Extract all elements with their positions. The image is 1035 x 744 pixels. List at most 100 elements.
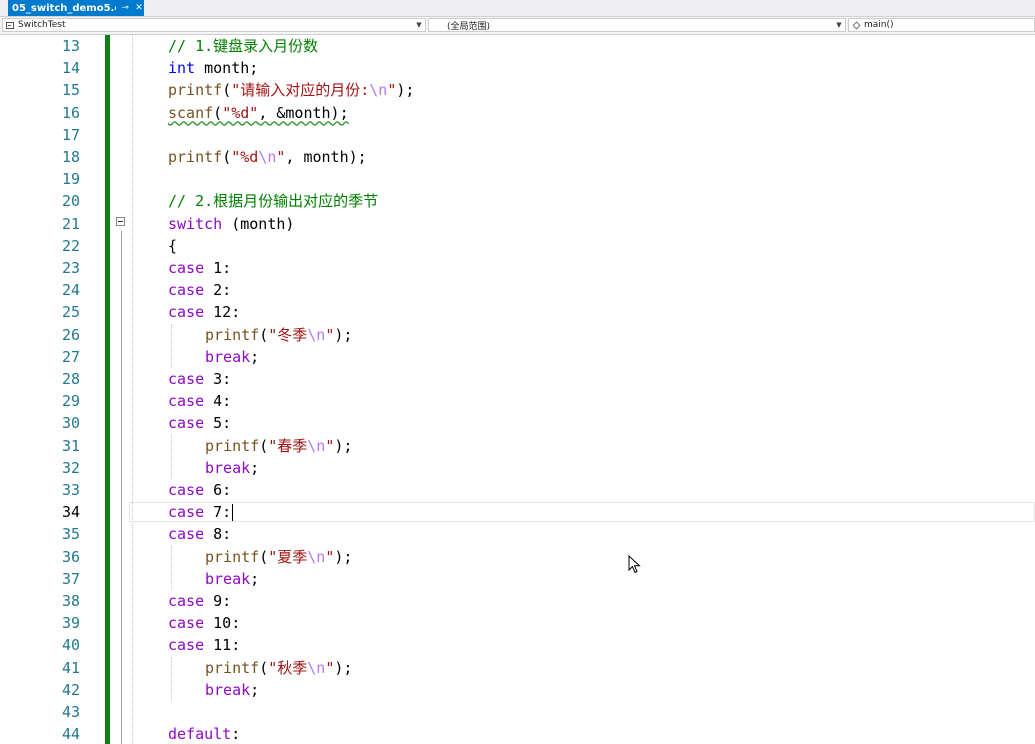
code-line[interactable]: 40 case 11: bbox=[0, 634, 1035, 656]
code-token: case bbox=[168, 614, 205, 633]
code-text: switch (month) bbox=[168, 213, 294, 235]
code-text: case 8: bbox=[168, 523, 231, 545]
code-token: scanf bbox=[168, 103, 214, 122]
code-token: \n bbox=[307, 325, 326, 344]
line-number: 16 bbox=[61, 103, 80, 122]
code-text: break; bbox=[205, 457, 259, 479]
code-line[interactable]: 33 case 6: bbox=[0, 479, 1035, 501]
code-token: "春季 bbox=[268, 436, 308, 455]
scope-name: (全局范围) bbox=[447, 21, 491, 32]
code-editor[interactable]: 13// 1.键盘录入月份数 14 int month; 15 printf("请输入对… bbox=[0, 35, 1035, 744]
code-line[interactable]: 17 bbox=[0, 124, 1035, 146]
code-token: case bbox=[168, 281, 205, 300]
code-token: ( bbox=[222, 148, 232, 166]
chevron-down-icon[interactable]: ▼ bbox=[833, 21, 845, 29]
code-text: printf("请输入对应的月份:\n"); bbox=[168, 79, 414, 101]
code-token: case bbox=[168, 503, 205, 522]
code-line[interactable]: 16 scanf("%d", &month); bbox=[0, 102, 1035, 124]
code-token: 6: bbox=[204, 481, 232, 499]
code-token: printf bbox=[205, 436, 260, 455]
code-token: 7: bbox=[204, 503, 232, 522]
code-token: break bbox=[205, 347, 251, 366]
code-line[interactable]: 35 case 8: bbox=[0, 523, 1035, 545]
code-token: case bbox=[168, 414, 205, 433]
code-line[interactable]: 22 { bbox=[0, 235, 1035, 257]
code-token: 2: bbox=[204, 281, 232, 300]
line-number: 13 bbox=[61, 37, 80, 55]
project-dropdown[interactable]: SwitchTest ▼ bbox=[2, 18, 426, 32]
line-number: 19 bbox=[61, 170, 80, 189]
code-token: 11: bbox=[204, 636, 241, 655]
code-token: switch bbox=[168, 214, 223, 233]
code-text: case 3: bbox=[168, 368, 231, 390]
code-token: \n bbox=[307, 658, 326, 677]
code-token: \n bbox=[307, 547, 326, 566]
code-line[interactable]: 14 int month; bbox=[0, 57, 1035, 79]
code-line[interactable]: 26 printf("冬季\n"); bbox=[0, 324, 1035, 346]
line-number: 29 bbox=[61, 392, 80, 411]
line-number: 43 bbox=[61, 703, 80, 721]
code-line[interactable]: 30 case 5: bbox=[0, 412, 1035, 434]
scope-dropdown[interactable]: (全局范围) ▼ bbox=[428, 18, 846, 32]
code-line[interactable]: 36 printf("夏季\n"); bbox=[0, 546, 1035, 568]
code-line[interactable]: 39 case 10: bbox=[0, 612, 1035, 634]
code-text: printf("冬季\n"); bbox=[205, 324, 352, 346]
code-text: printf("%d\n", month); bbox=[168, 146, 367, 168]
code-line[interactable]: 27 break; bbox=[0, 346, 1035, 368]
line-number: 42 bbox=[61, 680, 80, 699]
code-token: ( bbox=[259, 436, 269, 455]
code-line[interactable]: 31 printf("春季\n"); bbox=[0, 435, 1035, 457]
code-token: "%d" bbox=[222, 103, 259, 122]
code-text: case 4: bbox=[168, 390, 231, 412]
pin-icon[interactable]: ⊸ bbox=[120, 3, 130, 13]
close-icon[interactable]: ✕ bbox=[134, 3, 144, 13]
line-number: 33 bbox=[61, 481, 80, 499]
code-text: case 12: bbox=[168, 301, 240, 323]
code-line[interactable]: 28 case 3: bbox=[0, 368, 1035, 390]
code-text: break; bbox=[205, 568, 259, 590]
code-line[interactable]: 34 case 7: bbox=[0, 501, 1035, 523]
code-token: ( bbox=[213, 103, 223, 122]
code-line[interactable]: 32 break; bbox=[0, 457, 1035, 479]
code-line[interactable]: 25 case 12: bbox=[0, 301, 1035, 323]
code-line[interactable]: 42 break; bbox=[0, 679, 1035, 701]
line-number: 14 bbox=[61, 59, 80, 78]
code-line[interactable]: 23 case 1: bbox=[0, 257, 1035, 279]
code-line[interactable]: 13 // 1.键盘录入月份数 bbox=[0, 35, 1035, 57]
code-line[interactable]: 20 // 2.根据月份输出对应的季节 bbox=[0, 190, 1035, 212]
code-line[interactable]: 24 case 2: bbox=[0, 279, 1035, 301]
code-line[interactable]: 21 switch (month) bbox=[0, 213, 1035, 235]
code-token: "秋季 bbox=[268, 658, 308, 677]
code-token: ); bbox=[334, 325, 353, 344]
line-number: 30 bbox=[61, 414, 80, 433]
line-number: 23 bbox=[61, 259, 80, 277]
code-token: 4: bbox=[204, 392, 232, 411]
code-line[interactable]: 43 bbox=[0, 701, 1035, 723]
function-dropdown[interactable]: main() bbox=[848, 18, 1035, 32]
code-text: case 2: bbox=[168, 279, 231, 301]
line-number: 34 bbox=[61, 503, 80, 522]
code-line[interactable]: 41 printf("秋季\n"); bbox=[0, 657, 1035, 679]
code-text: scanf("%d", &month); bbox=[168, 102, 349, 124]
code-line[interactable]: 44 default: bbox=[0, 723, 1035, 744]
code-line[interactable]: 37 break; bbox=[0, 568, 1035, 590]
code-token: { bbox=[168, 236, 178, 255]
code-text: case 10: bbox=[168, 612, 240, 634]
chevron-down-icon[interactable]: ▼ bbox=[413, 21, 425, 29]
document-tab-active[interactable]: 05_switch_demo5.c ⊸ ✕ bbox=[8, 0, 144, 16]
code-line[interactable]: 38 case 9: bbox=[0, 590, 1035, 612]
code-token: printf bbox=[168, 81, 223, 100]
code-token: ); bbox=[334, 436, 353, 455]
code-line[interactable]: 29 case 4: bbox=[0, 390, 1035, 412]
line-number: 18 bbox=[61, 148, 80, 166]
line-number: 25 bbox=[61, 303, 80, 322]
code-line[interactable]: 15 printf("请输入对应的月份:\n"); bbox=[0, 79, 1035, 101]
line-number: 22 bbox=[61, 236, 80, 255]
code-token: " bbox=[325, 436, 335, 455]
code-line[interactable]: 18 printf("%d\n", month); bbox=[0, 146, 1035, 168]
line-number: 35 bbox=[61, 525, 80, 544]
code-token: "%d bbox=[231, 148, 259, 166]
code-line[interactable]: 19 bbox=[0, 168, 1035, 190]
code-text: int month; bbox=[168, 57, 258, 79]
code-token: 3: bbox=[204, 370, 232, 388]
